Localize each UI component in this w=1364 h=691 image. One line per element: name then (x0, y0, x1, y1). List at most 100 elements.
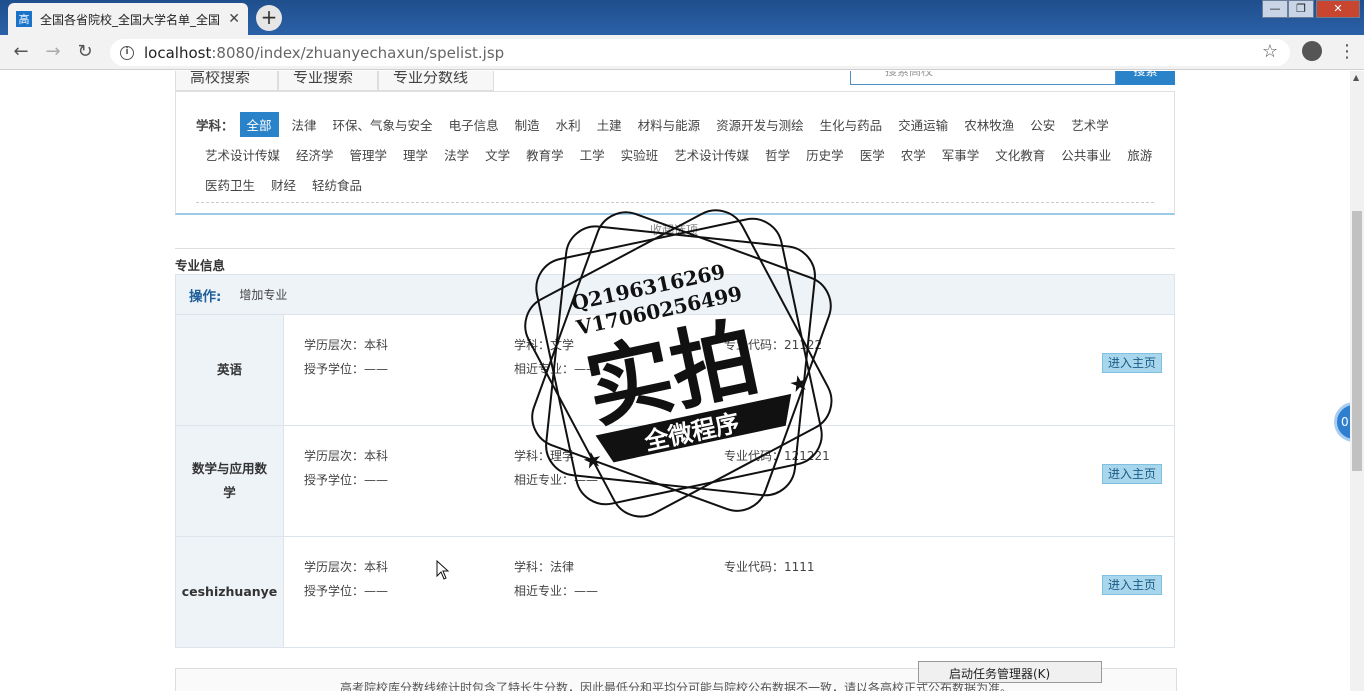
filter-chip[interactable]: 管理学 (343, 142, 395, 167)
browser-tab[interactable]: 高 全国各省院校_全国大学名单_全国 ✕ (8, 3, 248, 35)
filter-chip[interactable]: 财经 (264, 172, 303, 197)
enter-homepage-button[interactable]: 进入主页 (1102, 464, 1162, 484)
filter-label: 学科： (196, 118, 234, 133)
divider (175, 248, 1175, 249)
subject: 学科：理学 (514, 449, 575, 463)
related-major: 相近专业：—— (514, 584, 599, 598)
filter-chip[interactable]: 理学 (396, 142, 435, 167)
filter-chip[interactable]: 艺术设计传媒 (667, 142, 756, 167)
add-major-link[interactable]: 增加专业 (239, 286, 287, 303)
maximize-icon[interactable]: ❐ (1288, 0, 1314, 18)
close-tab-icon[interactable]: ✕ (228, 11, 240, 27)
operations-bar: 操作: 增加专业 (175, 274, 1175, 315)
degree: 授予学位：—— (304, 584, 389, 598)
filter-chip[interactable]: 公共事业 (1054, 142, 1118, 167)
filter-chip[interactable]: 文学 (478, 142, 517, 167)
filter-chip[interactable]: 环保、气象与安全 (326, 112, 440, 137)
forward-icon[interactable]: → (42, 41, 64, 63)
filter-chip[interactable]: 医药卫生 (198, 172, 262, 197)
filter-chip[interactable]: 工学 (573, 142, 612, 167)
major-name: 英语 (176, 315, 284, 425)
filter-chip[interactable]: 水利 (549, 112, 588, 137)
url-host: localhost (144, 43, 212, 62)
filter-row-3: 医药卫生 财经 轻纺食品 (198, 172, 371, 197)
filter-chip[interactable]: 农学 (894, 142, 933, 167)
tab-school-search[interactable]: 高校搜索 (175, 71, 278, 91)
degree: 授予学位：—— (304, 362, 389, 376)
back-icon[interactable]: ← (10, 41, 32, 63)
filter-chip[interactable]: 艺术学 (1064, 112, 1116, 137)
filter-chip-all[interactable]: 全部 (239, 112, 279, 137)
site-favicon-icon: 高 (16, 11, 32, 27)
top-navigation: 高校搜索 专业搜索 专业分数线 搜索高校 搜索 (175, 71, 1175, 91)
major-code: 专业代码：1111 (724, 560, 815, 574)
filter-row-1: 学科： 全部 法律 环保、气象与安全 电子信息 制造 水利 土建 材料与能源 资… (196, 112, 1118, 137)
filter-chip[interactable]: 轻纺食品 (305, 172, 369, 197)
new-tab-button[interactable]: + (256, 5, 282, 31)
bookmark-star-icon[interactable]: ☆ (1262, 41, 1278, 62)
browser-tab-bar: 高 全国各省院校_全国大学名单_全国 ✕ + — ❐ ✕ (0, 0, 1364, 35)
filter-chip[interactable]: 经济学 (289, 142, 341, 167)
scroll-up-icon[interactable]: ▲ (1353, 73, 1359, 82)
url-field[interactable]: i localhost:8080/index/zhuanyechaxun/spe… (110, 39, 1290, 66)
related-major: 相近专业：—— (514, 473, 599, 487)
filter-row-2: 艺术设计传媒 经济学 管理学 理学 法学 文学 教育学 工学 实验班 艺术设计传… (198, 142, 1161, 167)
filter-chip[interactable]: 土建 (590, 112, 629, 137)
filter-chip[interactable]: 交通运输 (891, 112, 955, 137)
filter-chip[interactable]: 材料与能源 (631, 112, 708, 137)
filter-chip[interactable]: 生化与药品 (813, 112, 890, 137)
related-major: 相近专业：—— (514, 362, 599, 376)
major-name: 数学与应用数学 (176, 426, 284, 536)
tab-title: 全国各省院校_全国大学名单_全国 (40, 12, 220, 27)
major-row: 英语 学历层次：本科 授予学位：—— 学科：文学 相近专业：—— 专业代码：21… (175, 315, 1175, 426)
close-window-icon[interactable]: ✕ (1316, 0, 1360, 18)
school-search-input[interactable]: 搜索高校 (850, 71, 1116, 85)
degree: 授予学位：—— (304, 473, 389, 487)
major-row: 数学与应用数学 学历层次：本科 授予学位：—— 学科：理学 相近专业：—— 专业… (175, 426, 1175, 537)
tab-major-search[interactable]: 专业搜索 (278, 71, 378, 91)
enter-homepage-button[interactable]: 进入主页 (1102, 575, 1162, 595)
filter-chip[interactable]: 法律 (285, 112, 324, 137)
address-bar: ← → ↻ i localhost:8080/index/zhuanyechax… (0, 35, 1364, 70)
filter-chip[interactable]: 农林牧渔 (957, 112, 1021, 137)
filter-chip[interactable]: 法学 (437, 142, 476, 167)
subject: 学科：法律 (514, 560, 575, 574)
enter-homepage-button[interactable]: 进入主页 (1102, 353, 1162, 373)
profile-icon[interactable] (1302, 41, 1322, 61)
filter-chip[interactable]: 实验班 (614, 142, 666, 167)
filter-divider (196, 202, 1154, 203)
subject: 学科：文学 (514, 338, 575, 352)
filter-chip[interactable]: 哲学 (758, 142, 797, 167)
page-scrollbar[interactable]: ▲ (1350, 71, 1364, 691)
major-code: 专业代码：21122 (724, 338, 823, 352)
filter-chip[interactable]: 艺术设计传媒 (198, 142, 287, 167)
filter-chip[interactable]: 文化教育 (988, 142, 1052, 167)
filter-chip[interactable]: 教育学 (519, 142, 571, 167)
education-level: 学历层次：本科 (304, 449, 389, 463)
filter-chip[interactable]: 公安 (1023, 112, 1062, 137)
major-code: 专业代码：121221 (724, 449, 830, 463)
education-level: 学历层次：本科 (304, 338, 389, 352)
scroll-thumb[interactable] (1352, 211, 1362, 471)
reload-icon[interactable]: ↻ (74, 41, 96, 63)
filter-chip[interactable]: 历史学 (799, 142, 851, 167)
context-menu-item-task-manager[interactable]: 启动任务管理器(K) (918, 661, 1102, 683)
filter-chip[interactable]: 旅游 (1120, 142, 1159, 167)
filter-chip[interactable]: 电子信息 (442, 112, 506, 137)
search-button[interactable]: 搜索 (1116, 71, 1175, 85)
filter-chip[interactable]: 资源开发与测绘 (709, 112, 811, 137)
page-viewport: 高校搜索 专业搜索 专业分数线 搜索高校 搜索 学科： 全部 法律 环保、气象与… (0, 71, 1364, 691)
subject-filter-panel: 学科： 全部 法律 环保、气象与安全 电子信息 制造 水利 土建 材料与能源 资… (175, 91, 1175, 215)
browser-menu-icon[interactable]: ⋮ (1338, 41, 1356, 62)
info-icon[interactable]: i (120, 45, 134, 60)
section-title: 专业信息 (175, 258, 226, 273)
filter-chip[interactable]: 军事学 (935, 142, 987, 167)
tab-major-scores[interactable]: 专业分数线 (378, 71, 494, 91)
major-name: ceshizhuanye (176, 537, 284, 647)
minimize-icon[interactable]: — (1262, 0, 1288, 18)
education-level: 学历层次：本科 (304, 560, 389, 574)
major-row: ceshizhuanye 学历层次：本科 授予学位：—— 学科：法律 相近专业：… (175, 537, 1175, 648)
filter-chip[interactable]: 制造 (508, 112, 547, 137)
collapse-options-link[interactable]: 收起选项 (650, 221, 698, 238)
filter-chip[interactable]: 医学 (853, 142, 892, 167)
